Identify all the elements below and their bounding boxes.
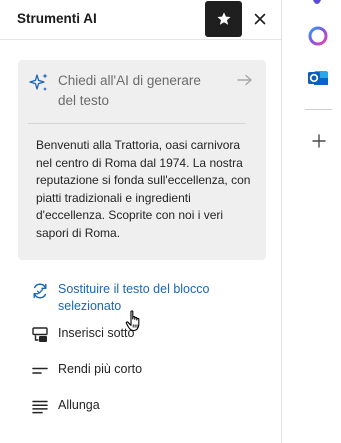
- action-label-replace: Sostituire il testo del blocco seleziona…: [58, 282, 210, 313]
- shorten-icon: [32, 367, 48, 374]
- selected-block-text: Benvenuti alla Trattoria, oasi carnivora…: [36, 138, 251, 240]
- outlook-icon[interactable]: [307, 67, 329, 89]
- hand-cursor-icon: [125, 310, 140, 332]
- shorten-action[interactable]: Rendi più corto: [30, 361, 142, 381]
- action-label-shorten: Rendi più corto: [58, 362, 143, 376]
- sparkle-icon: [29, 73, 48, 91]
- app-rail: [282, 0, 341, 443]
- insert-below-action[interactable]: Inserisci sotto: [30, 325, 134, 345]
- pin-star-icon: [216, 12, 231, 25]
- panel-header: Strumenti AI: [0, 0, 281, 40]
- close-icon: [254, 13, 266, 25]
- action-label-lengthen: Allunga: [58, 398, 100, 412]
- pin-button[interactable]: [205, 1, 242, 37]
- copilot-icon[interactable]: [308, 26, 328, 46]
- ask-ai-input[interactable]: Chiedi all'AI di generare del testo: [58, 71, 208, 111]
- action-label-insert: Inserisci sotto: [58, 326, 135, 340]
- lengthen-icon: [32, 400, 48, 414]
- rail-divider: [305, 109, 332, 110]
- partial-app-icon[interactable]: [308, 0, 326, 8]
- insert-below-icon: [32, 327, 48, 342]
- close-button[interactable]: [250, 8, 270, 30]
- ai-tools-panel: Strumenti AI Chiedi all'AI di generare d…: [0, 0, 282, 443]
- add-icon[interactable]: [312, 134, 326, 148]
- submit-arrow-icon[interactable]: [237, 74, 253, 86]
- card-divider: [28, 123, 246, 124]
- lengthen-action[interactable]: Allunga: [30, 397, 100, 417]
- prompt-card: Chiedi all'AI di generare del testo Benv…: [18, 60, 266, 260]
- panel-title: Strumenti AI: [17, 11, 97, 26]
- replace-sync-icon: [33, 283, 47, 299]
- replace-selected-block-action[interactable]: Sostituire il testo del blocco seleziona…: [30, 281, 258, 315]
